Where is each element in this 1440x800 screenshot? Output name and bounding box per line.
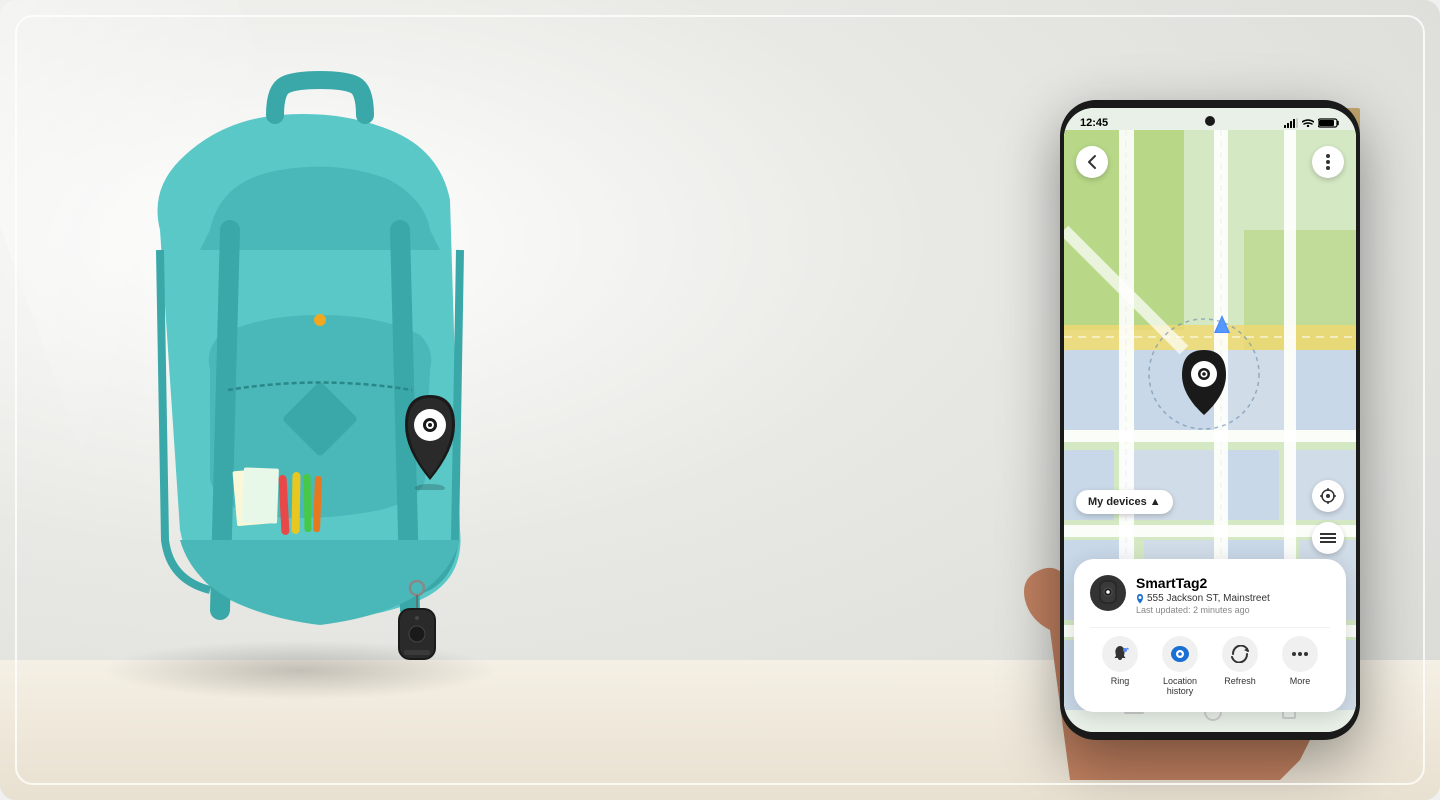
- map-more-button[interactable]: [1312, 146, 1344, 178]
- device-card: SmartTag2 555 Jackson ST, Mainstreet Las…: [1074, 559, 1346, 712]
- ring-icon: [1111, 645, 1129, 663]
- device-location: 555 Jackson ST, Mainstreet: [1136, 593, 1270, 604]
- refresh-action-button[interactable]: Refresh: [1222, 636, 1258, 696]
- device-updated: Last updated: 2 minutes ago: [1136, 605, 1270, 615]
- smarttag-device-svg: [390, 580, 445, 670]
- refresh-label: Refresh: [1224, 676, 1256, 686]
- more-dots-horizontal-icon: [1291, 645, 1309, 663]
- ring-icon-container: [1102, 636, 1138, 672]
- phone-wrapper: 12:45: [1040, 100, 1420, 780]
- smarttag-icon: [1098, 579, 1118, 607]
- scene-container: 12:45: [0, 0, 1440, 800]
- device-name: SmartTag2: [1136, 575, 1270, 591]
- device-card-header: SmartTag2 555 Jackson ST, Mainstreet Las…: [1090, 575, 1330, 615]
- status-time: 12:45: [1080, 117, 1108, 129]
- phone-frame: 12:45: [1060, 100, 1360, 740]
- location-history-label: Location history: [1163, 676, 1197, 696]
- status-icons: [1284, 118, 1340, 128]
- wifi-icon: [1302, 119, 1314, 127]
- my-devices-label: My devices ▲: [1088, 496, 1161, 508]
- more-action-button[interactable]: More: [1282, 636, 1318, 696]
- refresh-icon: [1231, 645, 1249, 663]
- device-address: 555 Jackson ST, Mainstreet: [1147, 593, 1270, 604]
- device-info: SmartTag2 555 Jackson ST, Mainstreet Las…: [1136, 575, 1270, 615]
- locate-icon: [1320, 488, 1336, 504]
- smarttag-pin-svg: [390, 390, 470, 490]
- backpack-svg: [80, 50, 560, 700]
- smarttag-on-backpack: [390, 390, 470, 495]
- location-pin-small-icon: [1136, 594, 1144, 604]
- smarttag-hanging-device: [390, 580, 445, 675]
- map-locate-button[interactable]: [1312, 480, 1344, 512]
- camera-notch: [1205, 116, 1215, 126]
- refresh-icon-container: [1222, 636, 1258, 672]
- back-arrow-icon: [1087, 154, 1097, 170]
- list-icon: [1320, 532, 1336, 544]
- phone-screen: 12:45: [1064, 108, 1356, 732]
- location-history-icon: [1171, 645, 1189, 663]
- more-label: More: [1290, 676, 1311, 686]
- location-history-icon-container: [1162, 636, 1198, 672]
- location-history-action-button[interactable]: Location history: [1162, 636, 1198, 696]
- ring-label: Ring: [1111, 676, 1130, 686]
- signal-icon: [1284, 118, 1298, 128]
- device-icon: [1090, 575, 1126, 611]
- status-bar: 12:45: [1064, 108, 1356, 138]
- device-actions: Ring: [1090, 627, 1330, 696]
- more-icon-container: [1282, 636, 1318, 672]
- ring-action-button[interactable]: Ring: [1102, 636, 1138, 696]
- backpack-container: [80, 50, 560, 700]
- map-back-button[interactable]: [1076, 146, 1108, 178]
- map-list-button[interactable]: [1312, 522, 1344, 554]
- my-devices-button[interactable]: My devices ▲: [1076, 490, 1173, 514]
- map-area: My devices ▲: [1064, 108, 1356, 732]
- battery-icon: [1318, 118, 1340, 128]
- more-dots-icon: [1326, 154, 1330, 170]
